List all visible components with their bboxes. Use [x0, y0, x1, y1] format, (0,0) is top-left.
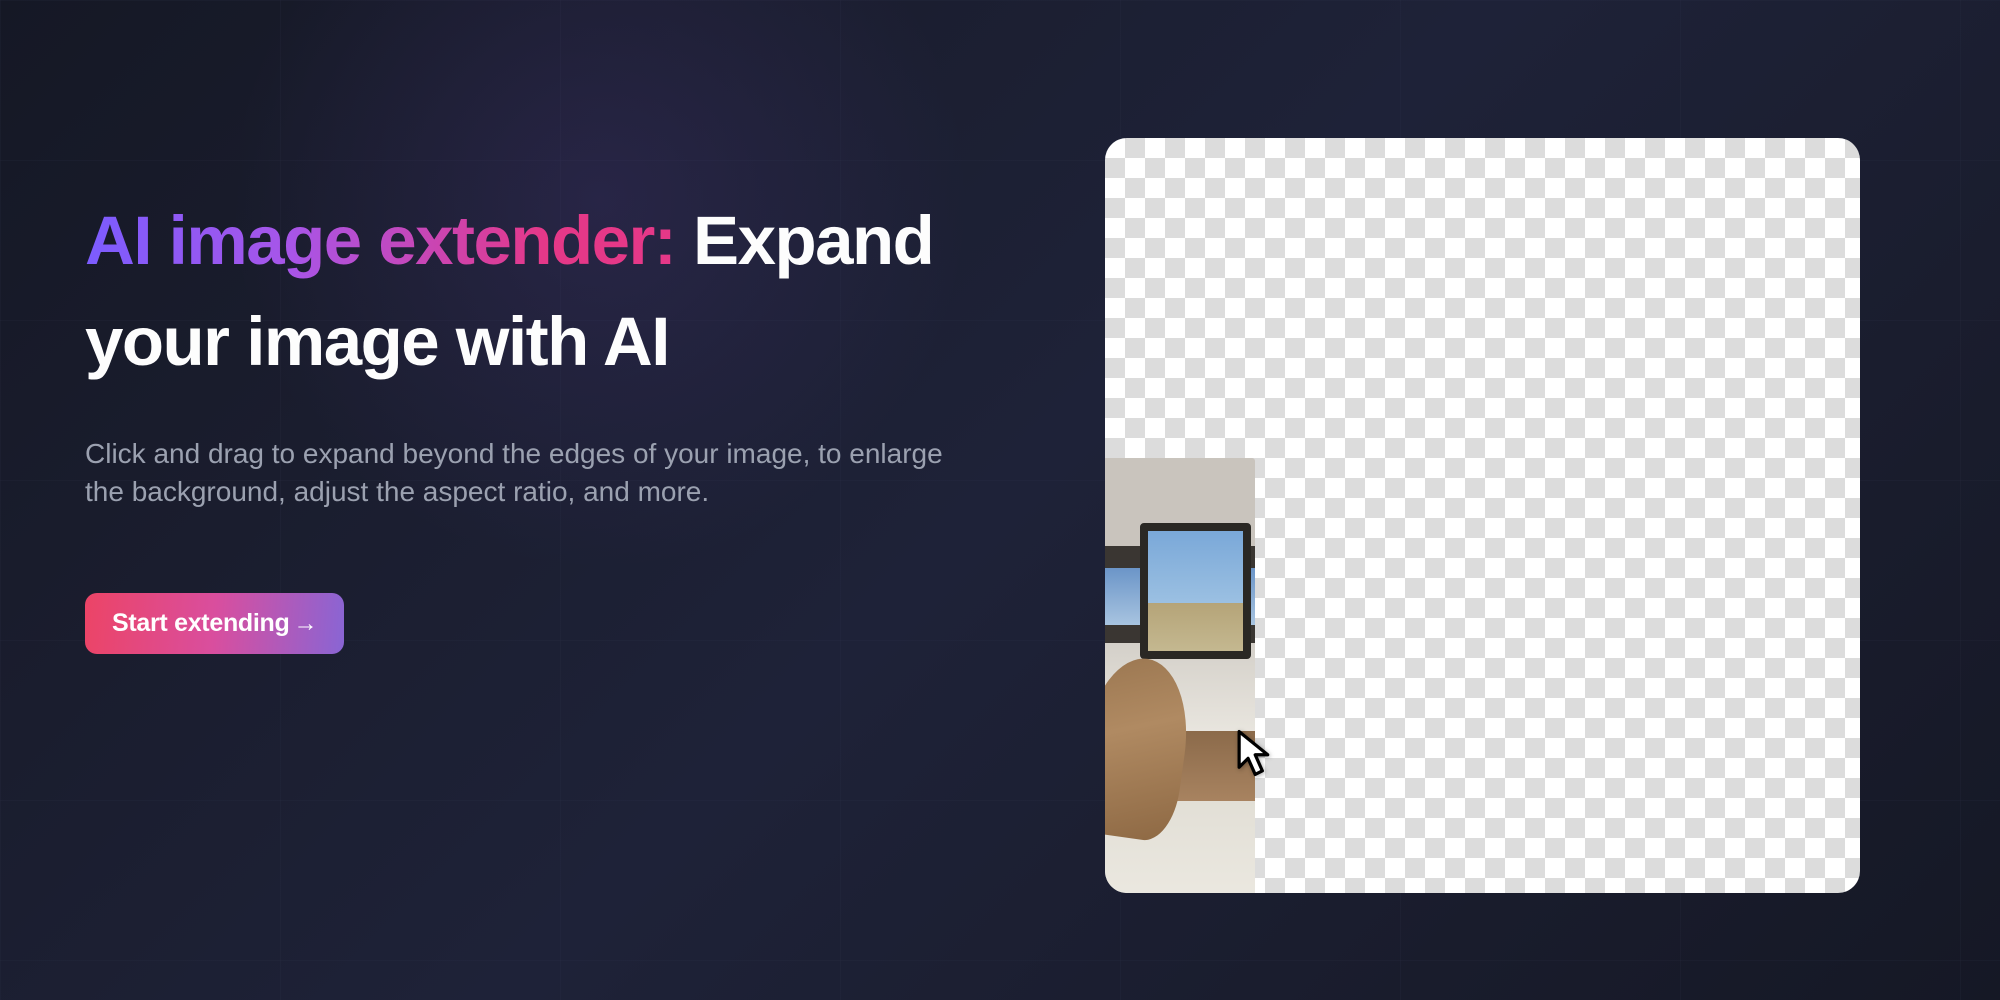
- hero-headline: AI image extender: Expand your image wit…: [85, 190, 1045, 393]
- image-extend-canvas[interactable]: [1105, 138, 1860, 893]
- hero-content: AI image extender: Expand your image wit…: [85, 0, 1105, 654]
- source-image-preview[interactable]: [1105, 458, 1255, 893]
- headline-gradient-text: AI image extender:: [85, 202, 675, 279]
- arrow-right-icon: →: [293, 610, 317, 638]
- cta-label: Start extending: [112, 609, 289, 638]
- hero-description: Click and drag to expand beyond the edge…: [85, 435, 955, 511]
- start-extending-button[interactable]: Start extending→: [85, 593, 344, 654]
- cursor-pointer-icon: [1235, 728, 1279, 783]
